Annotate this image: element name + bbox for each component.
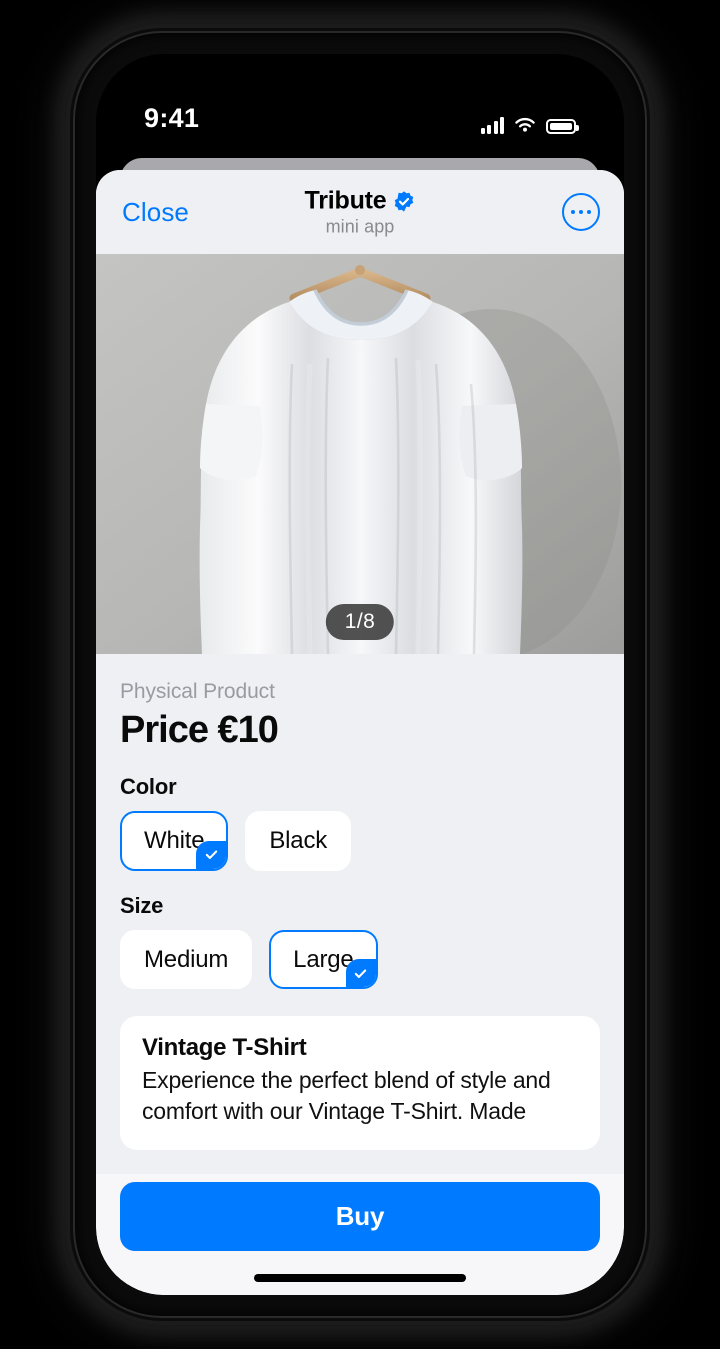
product-info: Physical Product Price €10 Color White B… bbox=[96, 654, 624, 990]
phone-screen: 9:41 Close Tribute mini app 1/8 Physical… bbox=[96, 54, 624, 1295]
product-description-card: Vintage T-Shirt Experience the perfect b… bbox=[120, 1016, 600, 1151]
signal-bars-icon bbox=[480, 117, 504, 134]
color-option-white[interactable]: White bbox=[120, 811, 229, 871]
status-bar-icons bbox=[480, 117, 579, 134]
mini-app-header: Close Tribute mini app bbox=[96, 170, 624, 254]
device-frame: 9:41 Close Tribute mini app 1/8 Physical… bbox=[0, 0, 720, 1349]
verified-badge-icon bbox=[395, 190, 414, 212]
selected-check-icon bbox=[345, 959, 376, 988]
product-description-title: Vintage T-Shirt bbox=[142, 1034, 307, 1062]
mini-app-sheet: Close Tribute mini app 1/8 Physical Prod… bbox=[96, 170, 624, 1295]
app-subtitle: mini app bbox=[325, 216, 395, 237]
color-option-label: Color bbox=[120, 774, 177, 799]
size-option-medium[interactable]: Medium bbox=[120, 929, 253, 990]
image-counter-badge: 1/8 bbox=[325, 604, 395, 640]
size-option-medium-label: Medium bbox=[144, 945, 229, 973]
size-option-label: Size bbox=[120, 892, 164, 918]
color-options: White Black bbox=[120, 811, 600, 871]
product-photo bbox=[96, 254, 624, 654]
color-option-white-label: White bbox=[144, 827, 205, 854]
product-scroll-area[interactable]: 1/8 Physical Product Price €10 Color Whi… bbox=[96, 254, 624, 1295]
status-bar: 9:41 bbox=[96, 54, 624, 156]
product-price: Price €10 bbox=[120, 709, 279, 751]
bottom-action-bar: Buy bbox=[96, 1174, 624, 1295]
more-options-icon[interactable] bbox=[562, 193, 600, 231]
battery-full-icon bbox=[546, 119, 579, 134]
app-title: Tribute bbox=[304, 186, 387, 215]
size-option-large[interactable]: Large bbox=[269, 929, 378, 990]
product-image-carousel[interactable]: 1/8 bbox=[96, 254, 624, 654]
status-bar-clock: 9:41 bbox=[144, 103, 200, 133]
size-options: Medium Large bbox=[120, 929, 600, 990]
product-kicker: Physical Product bbox=[120, 680, 275, 703]
selected-check-icon bbox=[196, 840, 227, 869]
color-option-black-label: Black bbox=[269, 827, 328, 854]
wifi-icon bbox=[515, 117, 535, 132]
home-indicator bbox=[254, 1274, 466, 1282]
color-option-black[interactable]: Black bbox=[245, 811, 352, 871]
size-option-large-label: Large bbox=[293, 945, 354, 973]
product-description-body: Experience the perfect blend of style an… bbox=[142, 1067, 551, 1124]
buy-button[interactable]: Buy bbox=[120, 1182, 600, 1251]
close-button[interactable]: Close bbox=[120, 193, 191, 232]
